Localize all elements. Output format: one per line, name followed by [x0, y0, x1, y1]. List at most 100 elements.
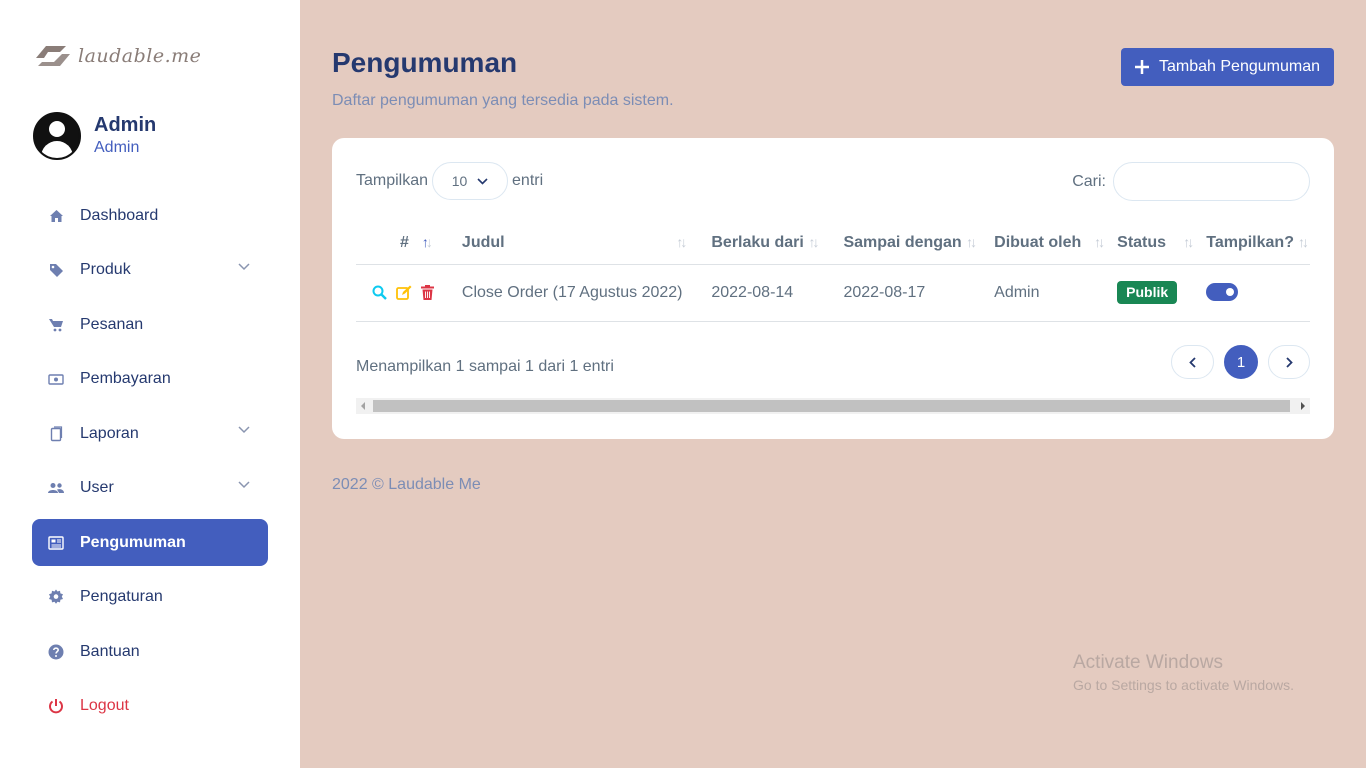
- newspaper-icon: [48, 535, 64, 551]
- pagination-page-button[interactable]: 1: [1224, 345, 1258, 379]
- announcement-table: # ↑↓ Judul ↑↓ Berlaku dari ↑↓ Sampai den…: [356, 222, 1310, 322]
- search-label: Cari:: [1072, 172, 1106, 190]
- sidebar-item-user[interactable]: User: [32, 465, 268, 512]
- cell-created-by: Admin: [978, 264, 1107, 322]
- status-badge: Publik: [1117, 281, 1178, 304]
- sidebar-item-produk[interactable]: Produk: [32, 247, 268, 294]
- sidebar-item-label: Pesanan: [80, 315, 144, 333]
- sidebar-menu: Dashboard Produk Pesanan Pembayaran Lapo…: [32, 192, 268, 737]
- cell-shown: [1195, 264, 1310, 322]
- scrollbar-thumb[interactable]: [373, 400, 1290, 412]
- table-header-row: # ↑↓ Judul ↑↓ Berlaku dari ↑↓ Sampai den…: [356, 222, 1310, 265]
- sidebar-item-label: Pengumuman: [80, 533, 186, 551]
- add-button-label: Tambah Pengumuman: [1159, 58, 1320, 75]
- chevron-left-icon: [1189, 356, 1196, 368]
- page-title: Pengumuman: [332, 47, 518, 78]
- sidebar-item-label: Bantuan: [80, 642, 140, 660]
- sidebar-item-laporan[interactable]: Laporan: [32, 410, 268, 457]
- sidebar-item-logout[interactable]: Logout: [32, 683, 268, 730]
- sidebar: laudable.me Admin Admin Dashboard Produk: [0, 0, 300, 768]
- logo-mark-icon: [36, 46, 70, 66]
- logo-text: laudable.me: [78, 45, 202, 67]
- sort-icon: ↑↓: [1183, 234, 1194, 250]
- add-announcement-button[interactable]: Tambah Pengumuman: [1121, 48, 1334, 86]
- sort-icon: ↑↓: [421, 234, 433, 250]
- plus-icon: [1135, 60, 1149, 74]
- announcement-table-card: Tampilkan 10 entri Cari: # ↑↓ Judul ↑↓ B…: [332, 138, 1334, 439]
- sidebar-item-label: Laporan: [80, 424, 139, 442]
- gear-icon: [48, 589, 64, 605]
- sort-icon: ↑↓: [808, 234, 819, 250]
- pagination-prev-button[interactable]: [1171, 345, 1214, 379]
- row-actions: [356, 264, 438, 322]
- document-icon: [48, 425, 64, 442]
- sort-icon: ↑↓: [1298, 234, 1309, 250]
- column-header-status[interactable]: Status ↑↓: [1106, 222, 1196, 265]
- cart-icon: [48, 317, 64, 333]
- search-input[interactable]: [1113, 162, 1310, 201]
- sidebar-item-label: Pembayaran: [80, 370, 171, 387]
- cell-status: Publik: [1106, 264, 1196, 322]
- user-profile: Admin Admin: [33, 112, 156, 160]
- show-label: Tampilkan: [356, 172, 429, 189]
- brand-logo[interactable]: laudable.me: [32, 40, 201, 72]
- entries-length-control: Tampilkan 10 entri: [356, 162, 543, 200]
- cell-valid-from: 2022-08-14: [688, 264, 821, 322]
- user-name: Admin: [94, 114, 157, 136]
- scroll-right-arrow-icon[interactable]: [1301, 402, 1305, 410]
- chevron-right-icon: [1285, 356, 1293, 368]
- entries-per-page-value: 10: [451, 173, 468, 189]
- sidebar-item-pesanan[interactable]: Pesanan: [32, 301, 268, 348]
- pagination-info: Menampilkan 1 sampai 1 dari 1 entri: [356, 358, 614, 375]
- sidebar-item-pengumuman[interactable]: Pengumuman: [32, 519, 268, 566]
- column-header-tampilkan[interactable]: Tampilkan? ↑↓: [1195, 222, 1310, 265]
- view-search-icon[interactable]: [372, 285, 387, 300]
- cell-title: Close Order (17 Agustus 2022): [437, 264, 689, 322]
- cash-icon: [48, 371, 64, 387]
- people-icon: [48, 480, 64, 496]
- pagination-next-button[interactable]: [1268, 345, 1310, 379]
- table-row: Close Order (17 Agustus 2022) 2022-08-14…: [356, 264, 1310, 322]
- user-role: Admin: [94, 139, 140, 156]
- question-icon: [48, 644, 64, 660]
- horizontal-scrollbar[interactable]: [356, 398, 1310, 414]
- column-header-number[interactable]: # ↑↓: [356, 222, 438, 265]
- chevron-down-icon: [238, 426, 250, 434]
- sidebar-item-label: Logout: [80, 697, 129, 714]
- sidebar-item-dashboard[interactable]: Dashboard: [32, 192, 268, 239]
- sidebar-item-label: Pengaturan: [80, 588, 163, 605]
- pagination: 1: [1171, 345, 1310, 379]
- sidebar-item-label: Dashboard: [80, 206, 159, 224]
- cell-valid-to: 2022-08-17: [820, 264, 979, 322]
- footer-copyright: 2022 © Laudable Me: [332, 476, 481, 493]
- power-icon: [48, 698, 64, 714]
- chevron-down-icon: [238, 480, 250, 488]
- tag-icon: [48, 262, 64, 278]
- delete-trash-icon[interactable]: [421, 285, 434, 300]
- entries-label: entri: [512, 172, 544, 189]
- column-header-dibuat-oleh[interactable]: Dibuat oleh ↑↓: [978, 222, 1107, 265]
- sort-icon: ↑↓: [1094, 234, 1105, 250]
- sidebar-item-pengaturan[interactable]: Pengaturan: [32, 574, 268, 621]
- show-toggle-switch[interactable]: [1206, 283, 1239, 302]
- search-control: Cari:: [1072, 162, 1310, 201]
- sidebar-item-pembayaran[interactable]: Pembayaran: [32, 356, 268, 403]
- column-header-sampai-dengan[interactable]: Sampai dengan ↑↓: [820, 222, 979, 265]
- edit-icon[interactable]: [396, 285, 412, 300]
- avatar: [33, 112, 81, 160]
- watermark-title: Activate Windows: [1073, 652, 1223, 673]
- entries-per-page-select[interactable]: 10: [432, 162, 509, 200]
- sidebar-item-bantuan[interactable]: Bantuan: [32, 628, 268, 675]
- home-icon: [48, 208, 64, 224]
- watermark-subtitle: Go to Settings to activate Windows.: [1073, 677, 1294, 693]
- sort-icon: ↑↓: [966, 234, 977, 250]
- column-header-berlaku-dari[interactable]: Berlaku dari ↑↓: [688, 222, 821, 265]
- sort-icon: ↑↓: [676, 234, 687, 250]
- sidebar-item-label: Produk: [80, 261, 131, 278]
- chevron-down-icon: [238, 262, 250, 270]
- column-header-judul[interactable]: Judul ↑↓: [437, 222, 689, 265]
- page-subtitle: Daftar pengumuman yang tersedia pada sis…: [332, 92, 674, 109]
- chevron-down-icon: [477, 177, 488, 185]
- scroll-left-arrow-icon[interactable]: [361, 402, 365, 410]
- sidebar-item-label: User: [80, 479, 114, 496]
